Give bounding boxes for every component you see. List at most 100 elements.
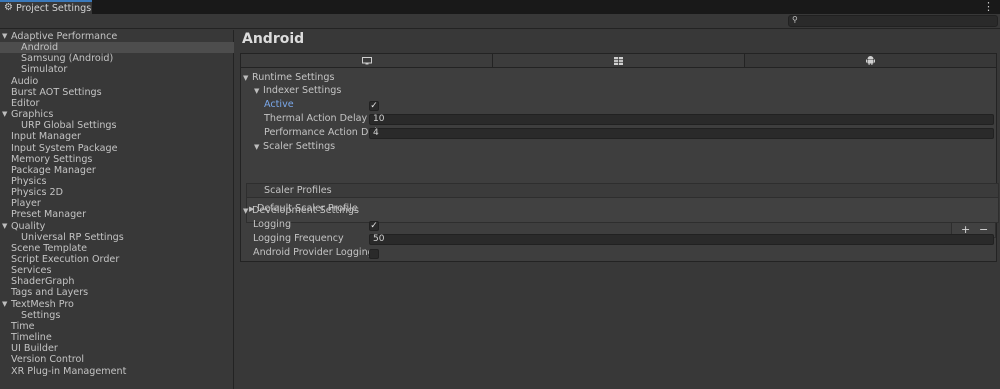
sidebar-item-label: Input System Package — [11, 142, 118, 154]
sidebar-item[interactable]: Tags and Layers — [0, 287, 234, 298]
sidebar-item[interactable]: Preset Manager — [0, 209, 234, 220]
window-tab-bar: ⚙ Project Settings ⋮ — [0, 0, 1000, 14]
sidebar-item-label: Adaptive Performance — [11, 31, 118, 42]
active-checkbox[interactable]: ✓ — [369, 101, 379, 111]
search-box[interactable]: ⚲ — [788, 15, 998, 27]
project-settings-tab[interactable]: ⚙ Project Settings — [0, 0, 92, 14]
performance-action-delay-field[interactable]: 4 — [369, 128, 994, 139]
sidebar-item-label: Android — [21, 42, 59, 54]
sidebar-item[interactable]: Timeline — [0, 332, 234, 343]
sidebar-foldout-arrow[interactable]: ▼ — [2, 299, 7, 310]
sidebar-item[interactable]: Version Control — [0, 354, 234, 365]
sidebar-item[interactable]: Package Manager — [0, 165, 234, 176]
page-title: Android — [242, 31, 305, 47]
sidebar-item-label: Graphics — [11, 109, 54, 121]
logging-frequency-field[interactable]: 50 — [369, 234, 994, 245]
sidebar-item-label: Audio — [11, 75, 39, 87]
sidebar-item[interactable]: URP Global Settings — [0, 120, 234, 131]
sidebar-item-label: Player — [11, 198, 41, 210]
sidebar-item-label: XR Plug-in Management — [11, 365, 127, 377]
sidebar-item[interactable]: Simulator — [0, 64, 234, 75]
sidebar-item-label: Quality — [11, 220, 46, 232]
thermal-action-delay-field[interactable]: 10 — [369, 114, 994, 125]
logging-frequency-label: Logging Frequency — [253, 233, 344, 244]
sidebar-item[interactable]: Scene Template — [0, 243, 234, 254]
sidebar-item[interactable]: ShaderGraph — [0, 276, 234, 287]
sidebar-item-label: TextMesh Pro — [11, 298, 74, 310]
desktop-icon — [361, 56, 372, 64]
sidebar-foldout-arrow[interactable]: ▼ — [2, 31, 7, 42]
sidebar-item-label: Physics — [11, 175, 47, 187]
scaler-profiles-header: Scaler Profiles — [247, 184, 998, 198]
settings-sidebar: ▼ Adaptive Performance Android Samsung (And… — [0, 30, 234, 389]
settings-content: Android ▼ Runtime Settings ▼ Indexer Set… — [235, 30, 1000, 389]
logging-checkbox[interactable]: ✓ — [369, 221, 379, 231]
android-icon — [866, 56, 875, 65]
sidebar-item[interactable]: ▼ Graphics — [0, 109, 234, 120]
sidebar-item-label: Time — [11, 320, 35, 332]
scaler-settings-header[interactable]: Scaler Settings — [263, 141, 335, 153]
sidebar-item-label: Package Manager — [11, 164, 96, 176]
tab-desktop[interactable] — [241, 54, 493, 67]
android-provider-logging-checkbox[interactable] — [369, 249, 379, 259]
android-provider-logging-label: Android Provider Logging — [253, 247, 374, 258]
sidebar-item[interactable]: Audio — [0, 76, 234, 87]
sidebar-item[interactable]: UI Builder — [0, 343, 234, 354]
sidebar-item-label: Physics 2D — [11, 187, 64, 199]
sidebar-item-label: Tags and Layers — [11, 287, 89, 299]
sidebar-item-label: ShaderGraph — [11, 276, 75, 288]
sidebar-item-label: UI Builder — [11, 343, 58, 355]
sidebar-foldout-arrow[interactable]: ▼ — [2, 109, 7, 120]
sidebar-item[interactable]: Settings — [0, 310, 234, 321]
sidebar-item[interactable]: ▼ Adaptive Performance — [0, 31, 234, 42]
development-foldout-arrow[interactable]: ▼ — [243, 205, 248, 217]
sidebar-item[interactable]: Player — [0, 198, 234, 209]
grid-icon — [614, 56, 623, 65]
sidebar-item[interactable]: Editor — [0, 98, 234, 109]
indexer-settings-header[interactable]: Indexer Settings — [263, 85, 341, 97]
sidebar-item-label: Preset Manager — [11, 209, 87, 221]
sidebar-item[interactable]: ▼ TextMesh Pro — [0, 299, 234, 310]
indexer-foldout-arrow[interactable]: ▼ — [254, 85, 259, 97]
sidebar-item[interactable]: Script Execution Order — [0, 254, 234, 265]
sidebar-item[interactable]: XR Plug-in Management — [0, 366, 234, 377]
sidebar-item-label: Version Control — [11, 354, 85, 366]
sidebar-item[interactable]: Android — [0, 42, 234, 54]
sidebar-item[interactable]: Input System Package — [0, 143, 234, 154]
sidebar-item-label: Timeline — [11, 332, 52, 344]
sidebar-item[interactable]: Memory Settings — [0, 154, 234, 165]
sidebar-item[interactable]: Services — [0, 265, 234, 276]
logging-label: Logging — [253, 219, 292, 230]
sidebar-item-label: Simulator — [21, 64, 68, 76]
sidebar-item[interactable]: ▼ Quality — [0, 221, 234, 232]
development-settings-header[interactable]: Development Settings — [252, 205, 359, 217]
sidebar-item[interactable]: Physics 2D — [0, 187, 234, 198]
sidebar-item[interactable]: Samsung (Android) — [0, 53, 234, 64]
thermal-action-delay-label: Thermal Action Delay — [264, 113, 368, 124]
tab-grid[interactable] — [493, 54, 745, 67]
sidebar-item-label: URP Global Settings — [21, 120, 117, 132]
toolbar: ⚲ — [0, 14, 1000, 29]
kebab-menu-icon[interactable]: ⋮ — [983, 1, 994, 13]
sidebar-item[interactable]: Input Manager — [0, 131, 234, 142]
scaler-foldout-arrow[interactable]: ▼ — [254, 141, 259, 153]
sidebar-item-label: Memory Settings — [11, 153, 93, 165]
platform-tabs — [240, 53, 997, 68]
sidebar-item-label: Settings — [21, 309, 61, 321]
sidebar-item-label: Burst AOT Settings — [11, 86, 102, 98]
sidebar-item[interactable]: Burst AOT Settings — [0, 87, 234, 98]
sidebar-item-label: Services — [11, 265, 52, 277]
active-label: Active — [264, 99, 294, 110]
sidebar-item[interactable]: Universal RP Settings — [0, 232, 234, 243]
tab-android[interactable] — [745, 54, 996, 67]
runtime-settings-header[interactable]: Runtime Settings — [252, 72, 334, 84]
search-icon: ⚲ — [792, 15, 798, 24]
sidebar-foldout-arrow[interactable]: ▼ — [2, 221, 7, 232]
sidebar-item[interactable]: Physics — [0, 176, 234, 187]
search-input[interactable] — [803, 16, 993, 26]
sidebar-item[interactable]: Time — [0, 321, 234, 332]
sidebar-item-label: Scene Template — [11, 242, 88, 254]
runtime-foldout-arrow[interactable]: ▼ — [243, 72, 248, 84]
settings-panel: ▼ Runtime Settings ▼ Indexer Settings Ac… — [240, 68, 999, 262]
tab-title: Project Settings — [15, 2, 92, 14]
